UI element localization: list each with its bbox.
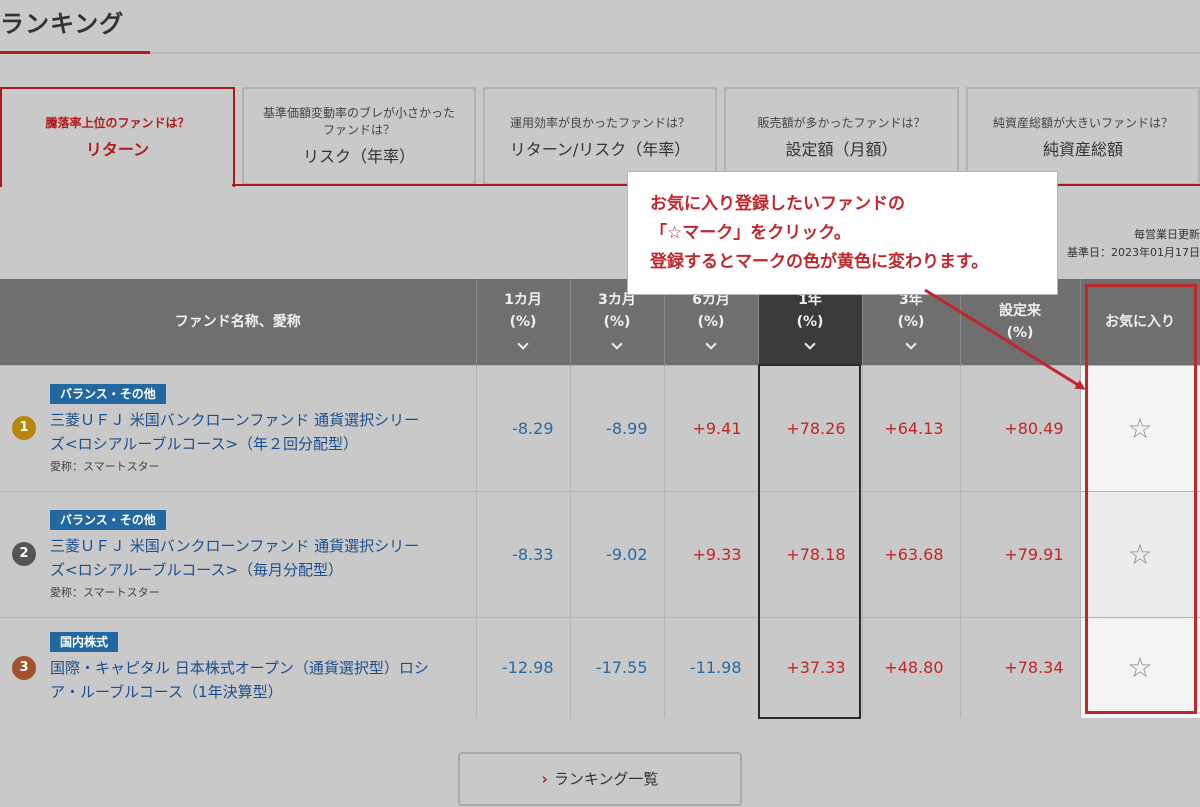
fund-name-line: ズ<ロシアルーブルコース>（毎月分配型） (50, 560, 344, 579)
return-since-inception: +80.49 (960, 364, 1081, 491)
tab-metric: リターン (85, 140, 150, 159)
favorite-cell: ☆ (1080, 490, 1200, 617)
return-1-year: +78.18 (758, 490, 863, 617)
return-since-inception: +79.91 (960, 490, 1081, 617)
star-icon[interactable]: ☆ (1127, 412, 1152, 445)
reference-date: 基準日：2023年01月17日 (1067, 246, 1200, 259)
header-unit: (%) (509, 313, 537, 330)
header-label: 1カ月 (504, 291, 542, 308)
header-label: 設定来 (999, 302, 1041, 319)
ranking-table: ファンド名称、愛称 1カ月 (%) 3カ月 (%) 6カ月 (%) 1年 (%) 3年(… (0, 279, 1200, 718)
fund-cell: 3 国内株式 国際・キャピタル 日本株式オープン（通貨選択型）ロシ ア・ルーブルコ… (0, 616, 477, 718)
update-frequency: 毎営業日更新 (1134, 228, 1200, 241)
return-3-year: +48.80 (862, 616, 961, 718)
rank-badge: 3 (12, 655, 36, 680)
chevron-down-icon (705, 338, 717, 350)
fund-name-link[interactable]: 三菱ＵＦＪ 米国バンクローンファンド 通貨選択シリー ズ<ロシアルーブルコース>（… (50, 534, 466, 582)
fund-nickname: 愛称：スマートスター (50, 585, 160, 599)
return-3-month: -9.02 (570, 490, 665, 617)
table-row: 1 バランス・その他 三菱ＵＦＪ 米国バンクローンファンド 通貨選択シリー ズ<ロ… (0, 364, 1200, 491)
update-note: 毎営業日更新 基準日：2023年01月17日 (1067, 226, 1200, 262)
category-badge: バランス・その他 (50, 509, 166, 530)
title-divider-accent (0, 51, 150, 54)
header-unit: (%) (897, 313, 925, 330)
chevron-down-icon (611, 338, 623, 350)
header-favorite: お気に入り (1080, 279, 1200, 365)
header-unit: (%) (697, 313, 725, 330)
return-3-month: -17.55 (570, 616, 665, 718)
page-title: ランキング (0, 10, 125, 38)
fund-cell: 1 バランス・その他 三菱ＵＦＪ 米国バンクローンファンド 通貨選択シリー ズ<ロ… (0, 364, 477, 491)
tab-risk[interactable]: 基準価額変動率のブレが小さかったファンドは？ リスク（年率） (242, 87, 476, 185)
fund-nickname: 愛称：スマートスター (50, 459, 160, 473)
header-unit: (%) (1006, 324, 1034, 341)
fund-name-line: 三菱ＵＦＪ 米国バンクローンファンド 通貨選択シリー (50, 536, 420, 555)
header-fund-name: ファンド名称、愛称 (0, 279, 477, 365)
return-1-month: -12.98 (476, 616, 571, 718)
callout-line: お気に入り登録したいファンドの (650, 194, 905, 214)
tab-metric: 純資産総額 (1042, 140, 1123, 159)
category-badge: 国内株式 (50, 632, 119, 653)
fund-name-line: 三菱ＵＦＪ 米国バンクローンファンド 通貨選択シリー (50, 410, 420, 429)
tab-question: 純資産総額が大きいファンドは？ (992, 116, 1173, 130)
return-3-year: +64.13 (862, 364, 961, 491)
favorite-cell: ☆ (1080, 364, 1200, 491)
return-1-month: -8.29 (476, 364, 571, 491)
tab-metric: リターン/リスク（年率） (509, 140, 691, 159)
return-1-month: -8.33 (476, 490, 571, 617)
rank-badge: 2 (12, 542, 36, 566)
fund-name-link[interactable]: 三菱ＵＦＪ 米国バンクローンファンド 通貨選択シリー ズ<ロシアルーブルコース>（… (50, 408, 466, 456)
star-icon[interactable]: ☆ (1127, 538, 1152, 571)
tab-metric: リスク（年率） (302, 147, 415, 166)
title-divider (0, 52, 1200, 54)
return-6-month: -11.98 (664, 616, 759, 718)
tab-metric: 設定額（月額） (785, 140, 898, 159)
category-badge: バランス・その他 (50, 383, 166, 404)
ranking-list-button[interactable]: › ランキング一覧 (458, 752, 742, 806)
star-icon[interactable]: ☆ (1127, 651, 1152, 684)
return-1-year: +37.33 (758, 616, 863, 718)
return-1-year: +78.26 (758, 364, 863, 491)
return-3-month: -8.99 (570, 364, 665, 491)
return-3-year: +63.68 (862, 490, 961, 617)
return-since-inception: +78.34 (960, 616, 1081, 718)
return-6-month: +9.41 (664, 364, 759, 491)
fund-name-link[interactable]: 国際・キャピタル 日本株式オープン（通貨選択型）ロシ ア・ルーブルコース（1年決算… (50, 656, 466, 704)
fund-name-line: ズ<ロシアルーブルコース>（年２回分配型） (50, 434, 359, 453)
table-row: 2 バランス・その他 三菱ＵＦＪ 米国バンクローンファンド 通貨選択シリー ズ<ロ… (0, 490, 1200, 617)
tab-question: 運用効率が良かったファンドは？ (509, 116, 690, 130)
header-1-month[interactable]: 1カ月 (%) (476, 279, 571, 365)
fund-name-line: 国際・キャピタル 日本株式オープン（通貨選択型）ロシ (50, 659, 429, 678)
tab-question: 騰落率上位のファンドは？ (45, 116, 190, 130)
chevron-right-icon: › (541, 770, 548, 788)
instruction-callout: お気に入り登録したいファンドの 「☆マーク」をクリック。 登録するとマークの色が… (627, 171, 1058, 295)
chevron-down-icon (804, 338, 816, 350)
header-unit: (%) (603, 313, 631, 330)
tabs-baseline-gap (2, 183, 232, 187)
rank-badge: 1 (12, 416, 36, 440)
callout-line: 「☆マーク」をクリック。 (650, 223, 851, 243)
header-unit: (%) (796, 313, 824, 330)
fund-name-line: ア・ルーブルコース（1年決算型） (50, 683, 283, 702)
tab-question: 基準価額変動率のブレが小さかったファンドは？ (262, 106, 455, 137)
ranking-list-label: ランキング一覧 (553, 770, 659, 788)
return-6-month: +9.33 (664, 490, 759, 617)
favorite-cell: ☆ (1080, 616, 1200, 718)
table-row: 3 国内株式 国際・キャピタル 日本株式オープン（通貨選択型）ロシ ア・ルーブルコ… (0, 616, 1200, 718)
tab-question: 販売額が多かったファンドは？ (757, 116, 926, 130)
chevron-down-icon (905, 338, 917, 350)
callout-line: 登録するとマークの色が黄色に変わります。 (650, 252, 989, 272)
fund-cell: 2 バランス・その他 三菱ＵＦＪ 米国バンクローンファンド 通貨選択シリー ズ<ロ… (0, 490, 477, 617)
chevron-down-icon (517, 338, 529, 350)
tab-return[interactable]: 騰落率上位のファンドは？ リターン (0, 87, 235, 187)
